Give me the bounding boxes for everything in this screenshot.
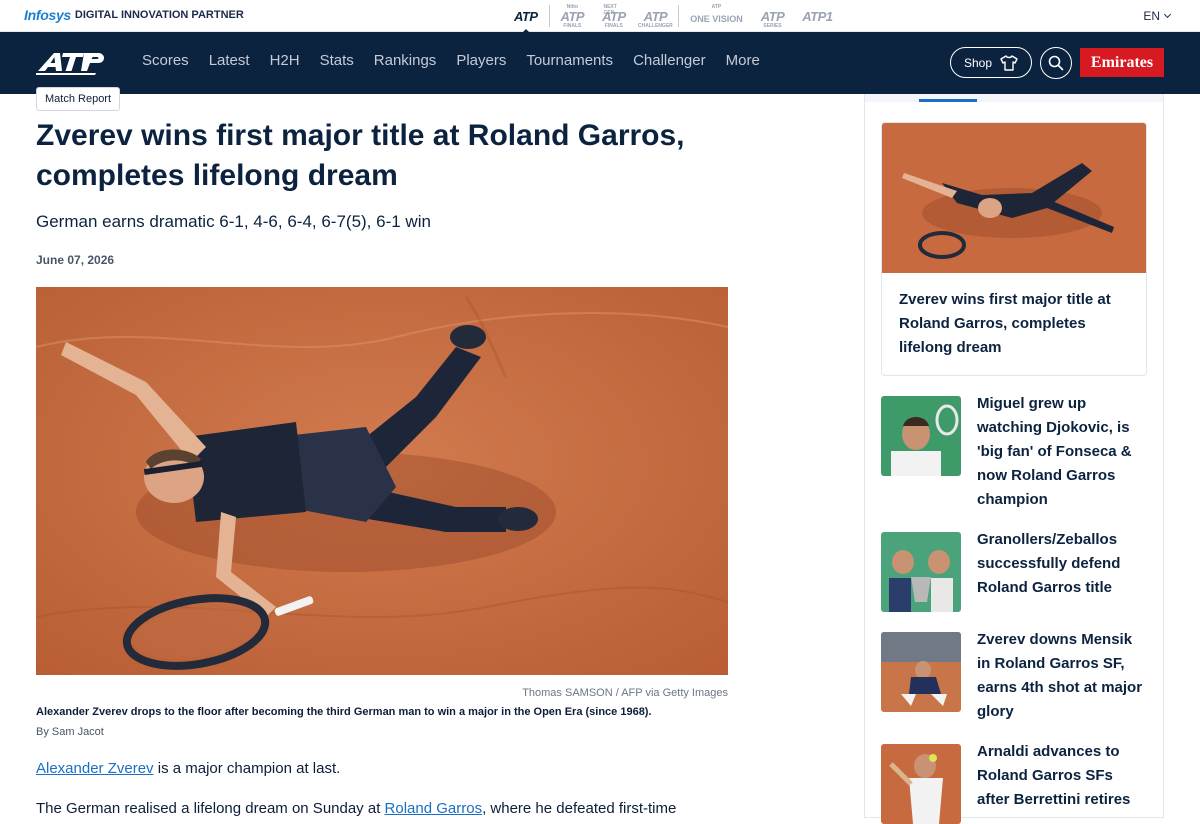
language-selector[interactable]: EN <box>1143 9 1172 23</box>
brand-switcher: ATP Nitto ATP FINALS NEXT GEN ATP FINALS… <box>505 2 842 30</box>
nav-players[interactable]: Players <box>456 52 506 69</box>
featured-news-title: Zverev wins first major title at Roland … <box>899 291 1111 356</box>
brand-divider <box>548 5 550 27</box>
news-thumbnail <box>881 632 961 712</box>
article-date: June 07, 2026 <box>36 253 115 267</box>
brand-atp-challenger[interactable]: ATP CHALLENGER <box>635 3 677 30</box>
brand-nextgen-sub: FINALS <box>604 23 623 29</box>
news-title: Miguel grew up watching Djokovic, is 'bi… <box>977 395 1132 508</box>
brand-finals-top: Nitto <box>566 4 579 10</box>
related-news-sidebar: Zverev wins first major title at Roland … <box>864 94 1164 824</box>
photo-caption: Alexander Zverev drops to the floor afte… <box>36 706 652 718</box>
nav-stats[interactable]: Stats <box>320 52 354 69</box>
photo-credit: Thomas SAMSON / AFP via Getty Images <box>522 687 728 699</box>
nav-scores[interactable]: Scores <box>142 52 189 69</box>
brand-atp-tour[interactable]: ATP <box>505 3 547 29</box>
article-category-tag[interactable]: Match Report <box>36 87 121 111</box>
brand-series-sub: SERIES <box>763 23 782 29</box>
nav-rankings[interactable]: Rankings <box>374 52 437 69</box>
news-thumbnail <box>881 532 961 612</box>
article-subheadline: German earns dramatic 6-1, 4-6, 6-4, 6-7… <box>36 212 431 231</box>
paragraph-text: The German realised a lifelong dream on … <box>36 800 385 817</box>
brand-challenger-label: ATP <box>643 8 668 24</box>
main-nav: Scores Latest H2H Stats Rankings Players… <box>0 32 1200 94</box>
brand-nextgen-top: NEXT GEN <box>603 4 617 16</box>
shirt-icon <box>1000 54 1018 71</box>
brand-series-label: ATP <box>760 8 785 24</box>
nav-latest[interactable]: Latest <box>209 52 250 69</box>
news-thumbnail <box>881 744 961 824</box>
shop-button[interactable]: Shop <box>950 47 1032 78</box>
brand-finals-label: ATP <box>560 8 585 24</box>
article-paragraph: The German realised a lifelong dream on … <box>36 800 676 817</box>
language-label: EN <box>1143 9 1160 23</box>
sidebar-tab-active-indicator <box>919 99 977 102</box>
brand-finals-sub: FINALS <box>563 23 582 29</box>
paragraph-text: , where he defeated first-time <box>482 800 677 817</box>
brand-nitto-atp-finals[interactable]: Nitto ATP FINALS <box>552 3 594 29</box>
nav-tournaments[interactable]: Tournaments <box>526 52 613 69</box>
news-thumbnail <box>881 396 961 476</box>
search-icon <box>1048 55 1064 71</box>
brand-onevision-top: ATP <box>711 4 722 10</box>
brand-challenger-sub: CHALLENGER <box>638 23 673 29</box>
primary-menu: Scores Latest H2H Stats Rankings Players… <box>142 52 780 69</box>
emirates-sponsor-logo[interactable]: Emirates <box>1080 48 1164 77</box>
player-link-zverev[interactable]: Alexander Zverev <box>36 760 154 777</box>
chevron-down-icon <box>1163 10 1172 19</box>
infosys-logo: Infosys <box>24 7 71 23</box>
featured-news-card[interactable]: Zverev wins first major title at Roland … <box>881 122 1147 376</box>
brand-one-vision[interactable]: ATP ONE VISION <box>681 3 752 29</box>
brand-atp1[interactable]: ATP1 <box>793 3 841 29</box>
top-bar: Infosys DIGITAL INNOVATION PARTNER ATP N… <box>0 0 1200 32</box>
partner-badge[interactable]: Infosys DIGITAL INNOVATION PARTNER <box>24 7 244 23</box>
hero-photo <box>36 287 728 675</box>
brand-atp-label: ATP <box>514 8 538 24</box>
nav-h2h[interactable]: H2H <box>270 52 300 69</box>
news-title: Granollers/Zeballos successfully defend … <box>977 531 1121 596</box>
news-title: Arnaldi advances to Roland Garros SFs af… <box>977 743 1131 808</box>
brand-atp-series[interactable]: ATP SERIES <box>752 3 794 30</box>
article-byline: By Sam Jacot <box>36 726 104 738</box>
paragraph-text: is a major champion at last. <box>153 760 341 777</box>
featured-news-image <box>882 123 1146 273</box>
brand-onevision-label: ONE VISION <box>690 14 743 24</box>
partner-label: DIGITAL INNOVATION PARTNER <box>74 9 244 21</box>
search-button[interactable] <box>1040 47 1072 79</box>
clay-court-celebration-image <box>36 287 728 675</box>
brand-atp1-label: ATP1 <box>802 8 833 24</box>
sidebar-tabs <box>865 94 1163 102</box>
nav-challenger[interactable]: Challenger <box>633 52 706 69</box>
nav-more[interactable]: More <box>726 52 760 69</box>
tournament-link-roland-garros[interactable]: Roland Garros <box>385 800 483 817</box>
brand-divider <box>678 5 680 27</box>
atp-logo[interactable] <box>36 47 118 77</box>
article-headline: Zverev wins first major title at Roland … <box>36 119 685 192</box>
brand-next-gen-finals[interactable]: NEXT GEN ATP FINALS <box>593 3 635 29</box>
article-paragraph: Alexander Zverev is a major champion at … <box>36 760 340 777</box>
shop-label: Shop <box>963 55 993 70</box>
news-title: Zverev downs Mensik in Roland Garros SF,… <box>977 631 1143 720</box>
